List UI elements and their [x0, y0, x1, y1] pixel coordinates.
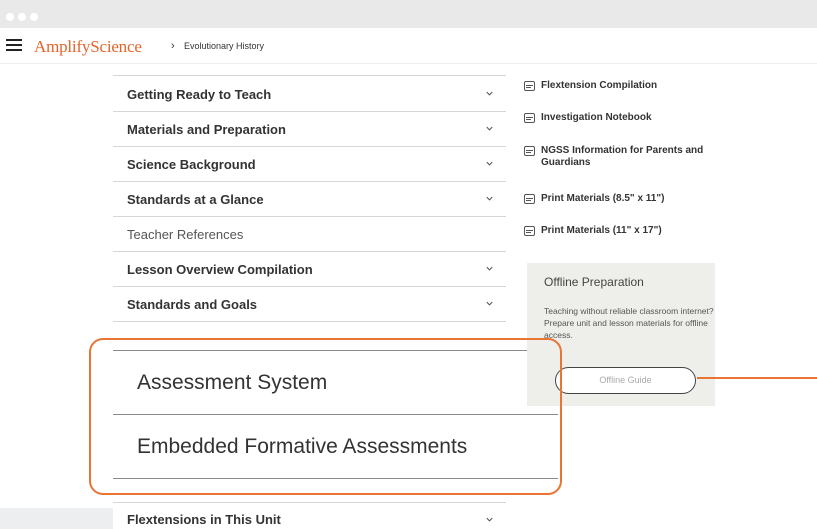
brand-amplify: Amplify	[34, 37, 91, 56]
offline-title: Offline Preparation	[544, 275, 644, 289]
pdf-icon	[524, 146, 535, 156]
pdf-icon	[524, 194, 535, 204]
chevron-down-icon	[486, 91, 493, 96]
window-dot[interactable]	[18, 13, 26, 21]
callout-connector	[697, 377, 817, 379]
section-teacher-references: Teacher References	[113, 217, 506, 252]
resource-flextension-compilation[interactable]: Flextension Compilation	[524, 80, 731, 92]
chevron-down-icon	[486, 517, 493, 522]
resource-label: Flextension Compilation	[541, 80, 658, 91]
accordion-label: Flextensions in This Unit	[127, 512, 281, 527]
chevron-down-icon	[486, 126, 493, 131]
resource-label: Print Materials (11" x 17")	[541, 225, 662, 236]
accordion-standards-glance[interactable]: Standards at a Glance	[113, 182, 506, 217]
section-label: Teacher References	[127, 226, 244, 242]
chevron-down-icon	[486, 196, 493, 201]
pdf-icon	[524, 226, 535, 236]
accordion-label: Getting Ready to Teach	[127, 86, 272, 102]
breadcrumb-separator-icon: ›	[171, 40, 175, 52]
resource-label: Investigation Notebook	[541, 112, 652, 123]
accordion-getting-ready[interactable]: Getting Ready to Teach	[113, 77, 506, 112]
accordion-lesson-overview[interactable]: Lesson Overview Compilation	[113, 252, 506, 287]
chevron-down-icon	[486, 301, 493, 306]
app-header: AmplifyScience › Evolutionary History	[0, 28, 817, 64]
accordion-label: Assessment System	[137, 370, 328, 394]
resource-ngss-information[interactable]: NGSS Information for Parents and Guardia…	[524, 145, 731, 169]
offline-description: Teaching without reliable classroom inte…	[544, 306, 714, 340]
main-content: Getting Ready to Teach Materials and Pre…	[0, 64, 817, 529]
accordion-assessment-system[interactable]: Assessment System	[113, 351, 558, 415]
window-dot[interactable]	[30, 13, 38, 21]
offline-preparation-card: Offline Preparation Teaching without rel…	[527, 263, 715, 406]
resource-print-materials-small[interactable]: Print Materials (8.5" x 11")	[524, 193, 731, 205]
pdf-icon	[524, 81, 535, 91]
accordion-label: Standards at a Glance	[127, 191, 264, 207]
chevron-down-icon	[486, 266, 493, 271]
accordion-science-background[interactable]: Science Background	[113, 147, 506, 182]
resource-label: Print Materials (8.5" x 11")	[541, 193, 665, 204]
chevron-down-icon	[486, 161, 493, 166]
accordion-label: Embedded Formative Assessments	[137, 434, 468, 458]
accordion-label: Materials and Preparation	[127, 121, 286, 137]
accordion-embedded-formative[interactable]: Embedded Formative Assessments	[113, 415, 558, 479]
pdf-icon	[524, 113, 535, 123]
accordion-materials[interactable]: Materials and Preparation	[113, 112, 506, 147]
brand-science: Science	[90, 37, 142, 56]
resource-investigation-notebook[interactable]: Investigation Notebook	[524, 112, 731, 124]
breadcrumb[interactable]: Evolutionary History	[184, 41, 264, 51]
accordion-flextensions[interactable]: Flextensions in This Unit	[113, 502, 506, 529]
page-gutter	[0, 508, 113, 529]
window-dot[interactable]	[6, 13, 14, 21]
window-titlebar	[0, 0, 817, 28]
accordion-row-cut	[113, 64, 506, 76]
screenshot-frame: AmplifyScience › Evolutionary History Ge…	[0, 0, 817, 529]
accordion-standards-goals[interactable]: Standards and Goals	[113, 287, 506, 322]
menu-icon[interactable]	[6, 39, 22, 52]
accordion-label: Lesson Overview Compilation	[127, 261, 313, 277]
accordion-label: Science Background	[127, 156, 256, 172]
resource-print-materials-large[interactable]: Print Materials (11" x 17")	[524, 225, 731, 237]
accordion-label: Standards and Goals	[127, 296, 258, 312]
resource-label: NGSS Information for Parents and Guardia…	[541, 145, 704, 168]
brand-logo[interactable]: AmplifyScience	[34, 37, 142, 57]
offline-guide-button[interactable]: Offline Guide	[555, 367, 696, 394]
